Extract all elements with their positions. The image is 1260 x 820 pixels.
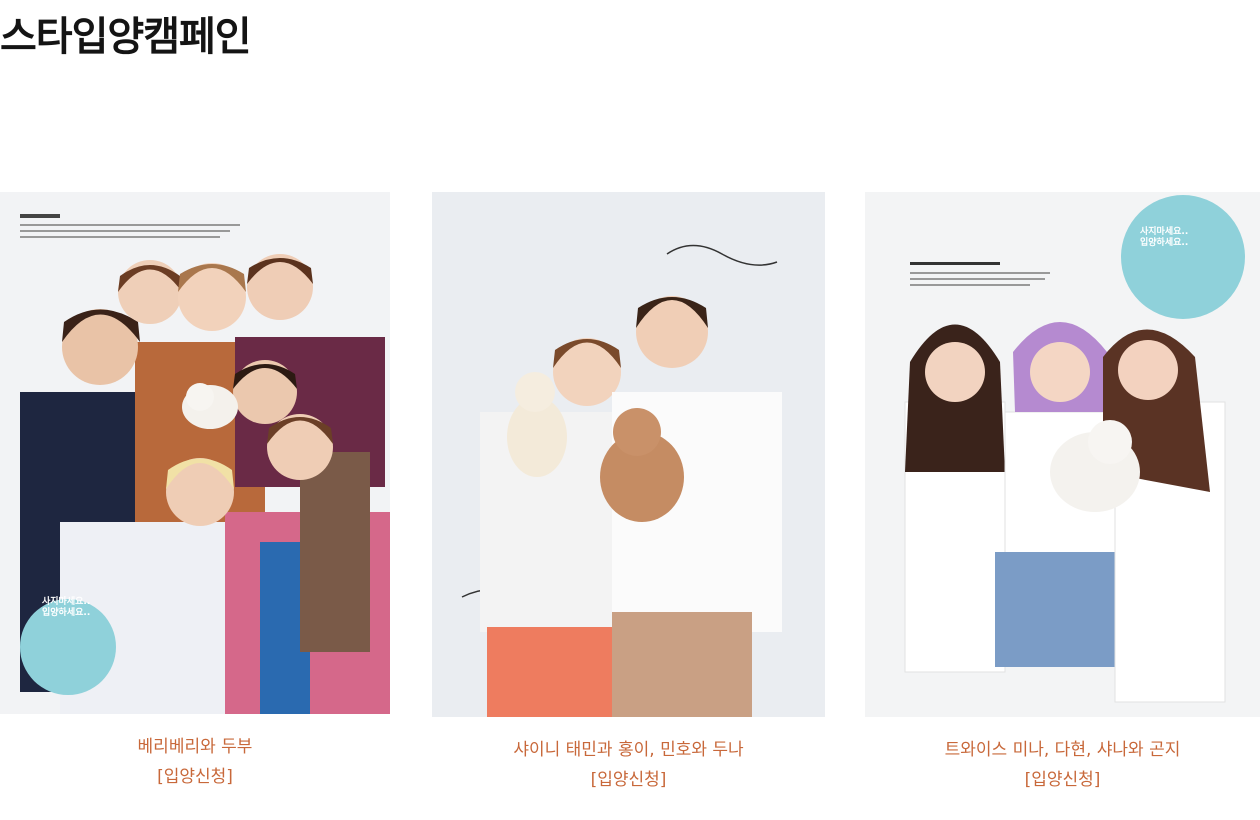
card-photo[interactable]: 사지마세요.. 입양하세요.. (865, 192, 1260, 717)
card-name: 트와이스 미나, 다현, 샤나와 곤지 (944, 740, 1181, 760)
photo-illustration (432, 192, 825, 717)
adoption-card-twice: 사지마세요.. 입양하세요.. 트와이스 미나, 다현, 샤나와 곤지 [입양신… (865, 192, 1260, 795)
card-photo[interactable]: 사지마세요.. 입양하세요.. (0, 192, 390, 714)
card-name: 샤이니 태민과 홍이, 민호와 두나 (513, 740, 744, 760)
adoption-card-verivery: 사지마세요.. 입양하세요.. 베리베리와 두부 [입양신청] (0, 192, 390, 792)
photo-illustration (0, 192, 390, 714)
card-name: 베리베리와 두부 (137, 737, 253, 757)
photo-illustration (865, 192, 1260, 717)
card-caption: 베리베리와 두부 [입양신청] (0, 732, 390, 792)
card-caption: 트와이스 미나, 다현, 샤나와 곤지 [입양신청] (865, 735, 1260, 795)
adopt-apply-link[interactable]: [입양신청] (865, 765, 1260, 795)
card-badge-text: 사지마세요.. 입양하세요.. (1140, 227, 1189, 248)
card-caption: 샤이니 태민과 홍이, 민호와 두나 [입양신청] (432, 735, 825, 795)
adoption-card-shinee: 샤이니 태민과 홍이, 민호와 두나 [입양신청] (432, 192, 825, 795)
adopt-apply-link[interactable]: [입양신청] (0, 762, 390, 792)
page-title: 스타입양캠페인 (0, 14, 252, 60)
card-badge-text: 사지마세요.. 입양하세요.. (42, 597, 91, 618)
card-photo[interactable] (432, 192, 825, 717)
adopt-apply-link[interactable]: [입양신청] (432, 765, 825, 795)
